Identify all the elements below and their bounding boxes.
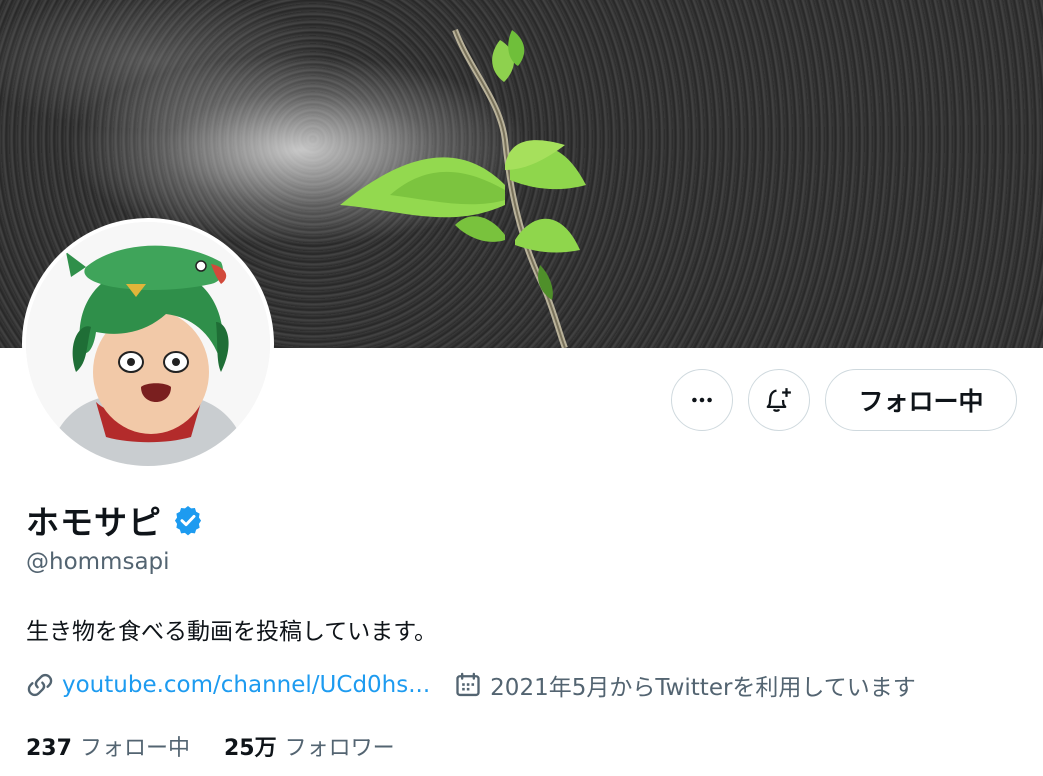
profile-joined: 2021年5月からTwitterを利用しています xyxy=(454,668,916,702)
following-stat[interactable]: 237 フォロー中 xyxy=(26,730,190,762)
profile-handle: @hommsapi xyxy=(26,549,170,575)
profile-bio: 生き物を食べる動画を投稿しています。 xyxy=(26,619,438,645)
followers-stat[interactable]: 25万 フォロワー xyxy=(224,730,395,762)
following-label: フォロー中 xyxy=(79,736,190,761)
profile-name-row: ホモサピ xyxy=(26,496,204,544)
bell-plus-icon xyxy=(766,388,791,412)
following-button[interactable]: フォロー中 xyxy=(825,369,1017,431)
following-button-label: フォロー中 xyxy=(858,387,984,416)
profile-joined-text: 2021年5月からTwitterを利用しています xyxy=(490,675,916,701)
avatar-illustration xyxy=(26,222,270,466)
profile-link-text[interactable]: youtube.com/channel/UCd0hs... xyxy=(62,672,430,698)
profile-avatar[interactable] xyxy=(22,218,274,470)
followers-label: フォロワー xyxy=(284,736,395,761)
verified-badge-icon[interactable] xyxy=(172,504,204,536)
more-options-button[interactable] xyxy=(671,369,733,431)
following-count: 237 xyxy=(26,736,72,761)
followers-count: 25万 xyxy=(223,736,277,761)
calendar-icon xyxy=(456,672,480,697)
profile-meta-row: youtube.com/channel/UCd0hs... 2021年5月からT… xyxy=(26,668,916,702)
display-name: ホモサピ xyxy=(26,503,162,542)
profile-link[interactable]: youtube.com/channel/UCd0hs... xyxy=(26,671,430,699)
link-icon xyxy=(27,673,53,697)
more-dots-icon xyxy=(692,397,712,403)
notifications-button[interactable] xyxy=(748,369,810,431)
profile-stats: 237 フォロー中 25万 フォロワー xyxy=(26,730,395,762)
